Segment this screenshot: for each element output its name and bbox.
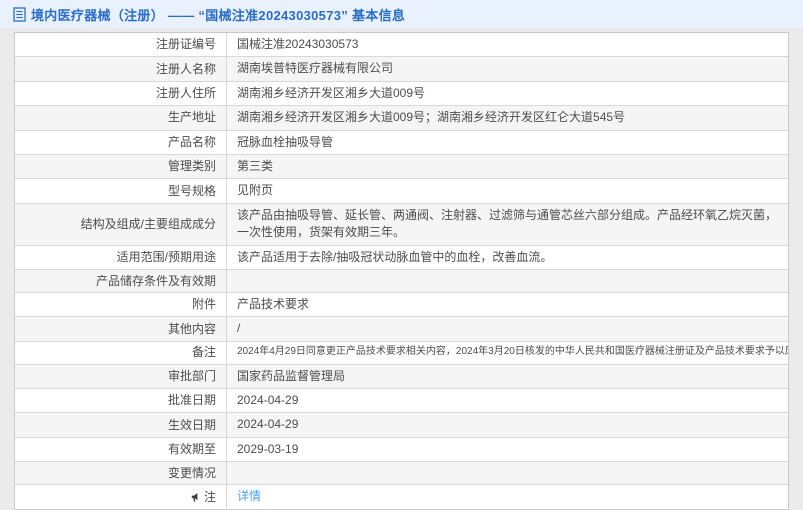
row-label-cell: 注册人名称 xyxy=(15,57,227,81)
table-row: 适用范围/预期用途 该产品适用于去除/抽吸冠状动脉血管中的血栓，改善血流。 xyxy=(15,245,788,270)
table-row: 管理类别 第三类 xyxy=(15,154,788,180)
details-link[interactable]: 详情 xyxy=(237,488,261,505)
row-value-cell: 湖南埃普特医疗器械有限公司 xyxy=(227,57,788,80)
row-value-cell: 产品技术要求 xyxy=(227,293,788,316)
row-label-cell: 适用范围/预期用途 xyxy=(15,245,227,269)
row-label-cell: 注册人住所 xyxy=(15,81,227,106)
row-label: 变更情况 xyxy=(167,465,216,480)
row-value-cell xyxy=(227,462,788,484)
table-row: 型号规格 见附页 xyxy=(15,179,788,204)
row-label: 生效日期 xyxy=(167,417,216,432)
table-row: 产品储存条件及有效期 xyxy=(15,269,788,293)
row-label: 结构及组成/主要组成成分 xyxy=(80,216,216,231)
row-value-cell: 2024-04-29 xyxy=(227,389,788,412)
row-label: 注册证编号 xyxy=(155,37,216,52)
row-label: 备注 xyxy=(191,345,216,360)
row-label-cell: 产品储存条件及有效期 xyxy=(15,269,227,292)
table-row: 生产地址 湖南湘乡经济开发区湘乡大道009号；湖南湘乡经济开发区红仑大道545号 xyxy=(15,106,788,131)
row-label: 附件 xyxy=(191,297,216,312)
row-value-cell: 湖南湘乡经济开发区湘乡大道009号；湖南湘乡经济开发区红仑大道545号 xyxy=(227,106,788,129)
row-label-cell: 批准日期 xyxy=(15,389,227,413)
info-table: 注册证编号 国械注准20243030573 注册人名称 湖南埃普特医疗器械有限公司 注册… xyxy=(14,32,789,510)
row-label: 注册人住所 xyxy=(155,86,216,101)
row-value-cell: 国械注准20243030573 xyxy=(227,33,788,56)
table-row: 备注 2024年4月29日同意更正产品技术要求相关内容，2024年3月20日核发的… xyxy=(15,341,788,365)
row-label: 产品储存条件及有效期 xyxy=(95,273,216,288)
row-label-cell: 附件 xyxy=(15,292,227,317)
row-label: 产品名称 xyxy=(167,134,216,149)
row-value-cell: 详情 xyxy=(227,485,788,508)
row-value-cell: 该产品由抽吸导管、延长管、两通阀、注射器、过滤筛与通管芯丝六部分组成。产品经环氧… xyxy=(227,204,788,245)
row-value-cell: 2029-03-19 xyxy=(227,438,788,461)
row-value: 冠脉血栓抽吸导管 xyxy=(237,134,334,149)
table-row: 注册人名称 湖南埃普特医疗器械有限公司 xyxy=(15,57,788,82)
row-label-cell: 备注 xyxy=(15,341,227,364)
row-value: 国械注准20243030573 xyxy=(237,37,359,51)
row-label-cell: 有效期至 xyxy=(15,437,227,462)
page-title: 境内医疗器械（注册） —— “国械注准20243030573” 基本信息 xyxy=(31,7,406,23)
row-value: 湖南埃普特医疗器械有限公司 xyxy=(237,61,394,76)
row-value: 该产品适用于去除/抽吸冠状动脉血管中的血栓，改善血流。 xyxy=(237,249,553,264)
row-label-cell: 变更情况 xyxy=(15,462,227,485)
row-label: 型号规格 xyxy=(167,183,216,198)
row-label: 注册人名称 xyxy=(155,61,216,76)
document-icon xyxy=(13,6,26,22)
row-label-cell: 生产地址 xyxy=(15,106,227,130)
row-value: 产品技术要求 xyxy=(237,296,310,311)
table-row: 变更情况 xyxy=(15,462,788,486)
table-row: 注 详情 xyxy=(15,485,788,509)
row-value-cell: 2024-04-29 xyxy=(227,413,788,436)
table-row: 产品名称 冠脉血栓抽吸导管 xyxy=(15,130,788,155)
row-label: 审批部门 xyxy=(167,368,216,383)
row-label-cell: 型号规格 xyxy=(15,179,227,203)
row-value: 国家药品监督管理局 xyxy=(237,368,346,383)
row-value: 湖南湘乡经济开发区湘乡大道009号 xyxy=(237,85,426,100)
row-value-cell xyxy=(227,270,788,292)
row-label-cell: 生效日期 xyxy=(15,413,227,437)
row-value: / xyxy=(237,321,241,336)
row-label: 注 xyxy=(203,489,216,504)
row-value-cell: 2024年4月29日同意更正产品技术要求相关内容，2024年3月20日核发的中华… xyxy=(227,342,788,364)
row-label: 有效期至 xyxy=(167,442,216,457)
row-value: 2024-04-29 xyxy=(237,417,299,432)
row-value: 2024-04-29 xyxy=(237,393,299,408)
row-label-cell: 注 xyxy=(15,485,227,509)
row-value: 2029-03-19 xyxy=(237,441,299,456)
table-row: 附件 产品技术要求 xyxy=(15,292,788,318)
row-label-cell: 结构及组成/主要组成成分 xyxy=(15,203,227,245)
row-label: 生产地址 xyxy=(167,110,216,125)
row-value-cell: / xyxy=(227,317,788,340)
row-label-cell: 其他内容 xyxy=(15,317,227,341)
row-value: 第三类 xyxy=(237,158,274,173)
row-value: 2024年4月29日同意更正产品技术要求相关内容，2024年3月20日核发的中华… xyxy=(237,346,788,358)
row-value: 该产品由抽吸导管、延长管、两通阀、注射器、过滤筛与通管芯丝六部分组成。产品经环氧… xyxy=(237,207,778,240)
table-row: 结构及组成/主要组成成分 该产品由抽吸导管、延长管、两通阀、注射器、过滤筛与通管芯… xyxy=(15,203,788,246)
row-label-cell: 管理类别 xyxy=(15,154,227,179)
table-row: 审批部门 国家药品监督管理局 xyxy=(15,364,788,390)
page-header: 境内医疗器械（注册） —— “国械注准20243030573” 基本信息 xyxy=(0,0,803,28)
table-row: 生效日期 2024-04-29 xyxy=(15,413,788,438)
row-value-cell: 见附页 xyxy=(227,179,788,202)
row-label: 适用范围/预期用途 xyxy=(116,249,216,264)
row-label: 批准日期 xyxy=(167,393,216,408)
row-label: 管理类别 xyxy=(167,159,216,174)
row-label-cell: 产品名称 xyxy=(15,130,227,154)
row-label-cell: 审批部门 xyxy=(15,364,227,389)
row-value-cell: 湖南湘乡经济开发区湘乡大道009号 xyxy=(227,82,788,105)
table-row: 批准日期 2024-04-29 xyxy=(15,389,788,414)
row-value: 湖南湘乡经济开发区湘乡大道009号；湖南湘乡经济开发区红仑大道545号 xyxy=(237,110,626,125)
row-value-cell: 国家药品监督管理局 xyxy=(227,365,788,388)
table-row: 注册人住所 湖南湘乡经济开发区湘乡大道009号 xyxy=(15,81,788,107)
row-value-cell: 该产品适用于去除/抽吸冠状动脉血管中的血栓，改善血流。 xyxy=(227,246,788,269)
table-row: 其他内容 / xyxy=(15,317,788,342)
row-label: 其他内容 xyxy=(167,321,216,336)
row-value-cell: 第三类 xyxy=(227,155,788,178)
row-label-cell: 注册证编号 xyxy=(15,33,227,57)
row-value-cell: 冠脉血栓抽吸导管 xyxy=(227,131,788,154)
table-row: 注册证编号 国械注准20243030573 xyxy=(15,33,788,58)
table-row: 有效期至 2029-03-19 xyxy=(15,437,788,463)
row-value: 见附页 xyxy=(237,183,274,198)
